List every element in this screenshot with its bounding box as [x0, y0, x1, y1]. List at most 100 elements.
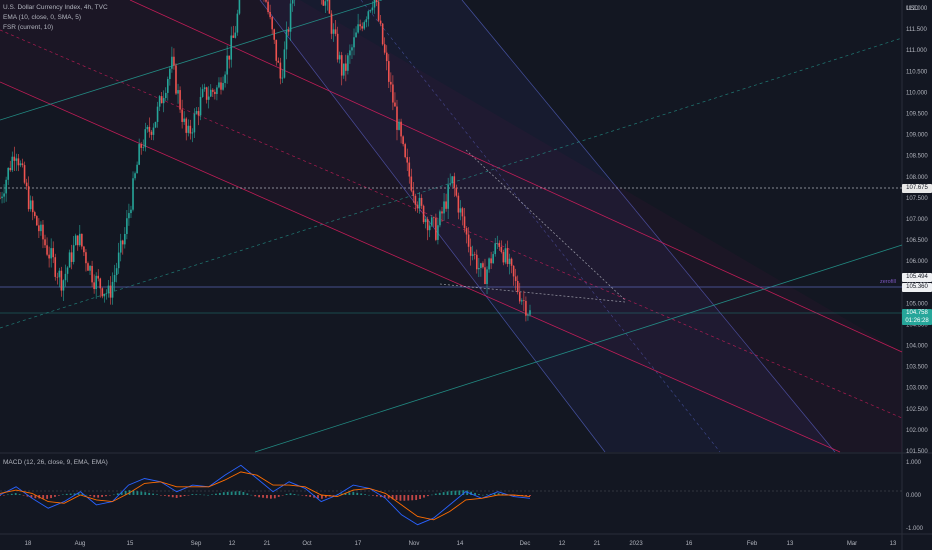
candle-body — [473, 254, 476, 255]
time-tick-label: 2023 — [629, 541, 643, 547]
candle-body — [527, 314, 529, 316]
macd-histogram-bar — [273, 495, 276, 499]
macd-scale[interactable]: 1.000 0.000 -1.000 — [906, 460, 924, 532]
price-tick-label: 109.000 — [906, 133, 928, 139]
candle-body — [44, 239, 46, 246]
macd-histogram-bar — [46, 495, 49, 499]
candle-body — [58, 270, 61, 278]
chart-canvas[interactable]: 112.000111.500111.000110.500110.000109.5… — [0, 0, 932, 550]
candle-body — [367, 11, 370, 20]
macd-histogram-bar — [116, 493, 119, 495]
candle-body — [236, 13, 239, 33]
price-scale[interactable]: 112.000111.500111.000110.500110.000109.5… — [906, 6, 928, 455]
time-scale[interactable]: 18 Aug 15 Sep 12 21 Oct 17 Nov 14 Dec 12 21 2023 16 Feb… — [25, 541, 897, 547]
candle-body — [89, 265, 91, 271]
candle-body — [518, 292, 521, 302]
candle-body — [121, 240, 124, 245]
candle-body — [361, 26, 364, 29]
macd-histogram-bar — [215, 493, 217, 495]
candle-body — [273, 29, 276, 40]
candle-body — [146, 126, 149, 130]
macd-histogram-bar — [262, 495, 264, 498]
candle-body — [40, 224, 42, 232]
macd-histogram-bar — [10, 493, 13, 495]
candle-body — [105, 293, 108, 294]
symbol-legend[interactable]: U.S. Dollar Currency Index, 4h, TVC — [3, 3, 108, 12]
candle-body — [220, 82, 222, 90]
macd-histogram-bar — [368, 494, 370, 496]
candle-body — [285, 29, 288, 50]
candle-body — [218, 82, 220, 88]
time-tick-label: Aug — [75, 541, 86, 547]
candle-body — [453, 176, 456, 188]
candle-body — [230, 35, 233, 60]
candle-body — [279, 62, 282, 79]
candle-body — [396, 106, 398, 130]
candle-body — [334, 29, 337, 34]
candle-body — [504, 248, 507, 263]
price-tick-label: 109.500 — [906, 111, 928, 117]
candle-body — [9, 167, 12, 171]
candle-body — [11, 156, 14, 171]
candle-body — [54, 257, 57, 277]
macd-histogram-bar — [438, 492, 441, 495]
candle-body — [345, 63, 347, 71]
candle-body — [115, 268, 118, 276]
candle-body — [363, 22, 366, 29]
macd-histogram-bar — [258, 495, 261, 498]
candle-body — [158, 96, 161, 107]
candle-body — [132, 178, 134, 210]
price-tick-label: 105.000 — [906, 301, 928, 307]
candle-body — [232, 35, 235, 38]
time-tick-label: 14 — [457, 541, 464, 547]
macd-histogram-bar — [430, 494, 433, 496]
candle-body — [342, 63, 345, 76]
candle-body — [134, 173, 136, 179]
candle-body — [398, 121, 400, 130]
candle-body — [381, 23, 384, 45]
time-tick-label: 12 — [559, 541, 566, 547]
candle-body — [81, 233, 83, 247]
candle-body — [422, 205, 425, 223]
macd-histogram-bar — [148, 492, 151, 495]
candle-body — [152, 127, 155, 135]
macd-histogram-bar — [399, 495, 402, 501]
candle-body — [379, 20, 382, 24]
candle-body — [109, 285, 112, 298]
macd-histogram-bar — [101, 495, 103, 497]
candle-body — [463, 216, 466, 229]
fsr-legend[interactable]: FSR (current, 10) — [3, 23, 53, 32]
candle-body — [209, 89, 212, 97]
candle-body — [70, 252, 73, 262]
candle-body — [265, 0, 267, 2]
candle-body — [36, 216, 38, 226]
macd-histogram-bar — [242, 491, 245, 495]
macd-histogram-bar — [281, 495, 284, 496]
macd-histogram-bar — [434, 493, 437, 495]
candle-body — [451, 176, 454, 184]
candle-body — [437, 225, 439, 240]
candle-body — [390, 81, 392, 85]
candle-body — [412, 190, 415, 196]
macd-histogram-bar — [250, 494, 253, 496]
time-tick-label: 18 — [25, 541, 32, 547]
macd-histogram-bar — [234, 491, 237, 495]
candle-body — [357, 24, 359, 33]
macd-histogram-bar — [144, 492, 147, 495]
candle-body — [7, 167, 9, 180]
macd-histogram-bar — [203, 494, 206, 496]
macd-histogram-bar — [442, 492, 445, 495]
candle-body — [410, 176, 413, 191]
candle-body — [492, 254, 494, 264]
candle-body — [97, 275, 100, 279]
macd-legend[interactable]: MACD (12, 26, close, 9, EMA, EMA) — [3, 458, 108, 467]
candle-body — [445, 201, 447, 209]
ema-legend[interactable]: EMA (10, close, 0, SMA, 5) — [3, 13, 81, 22]
macd-histogram-bar — [187, 495, 190, 496]
candle-body — [336, 33, 339, 60]
price-tick-label: 103.500 — [906, 365, 928, 371]
macd-histogram-bar — [427, 495, 429, 497]
bar-countdown: 01:26:28 — [905, 318, 929, 324]
macd-histogram-bar — [450, 490, 453, 495]
macd-histogram-bar — [481, 494, 484, 496]
